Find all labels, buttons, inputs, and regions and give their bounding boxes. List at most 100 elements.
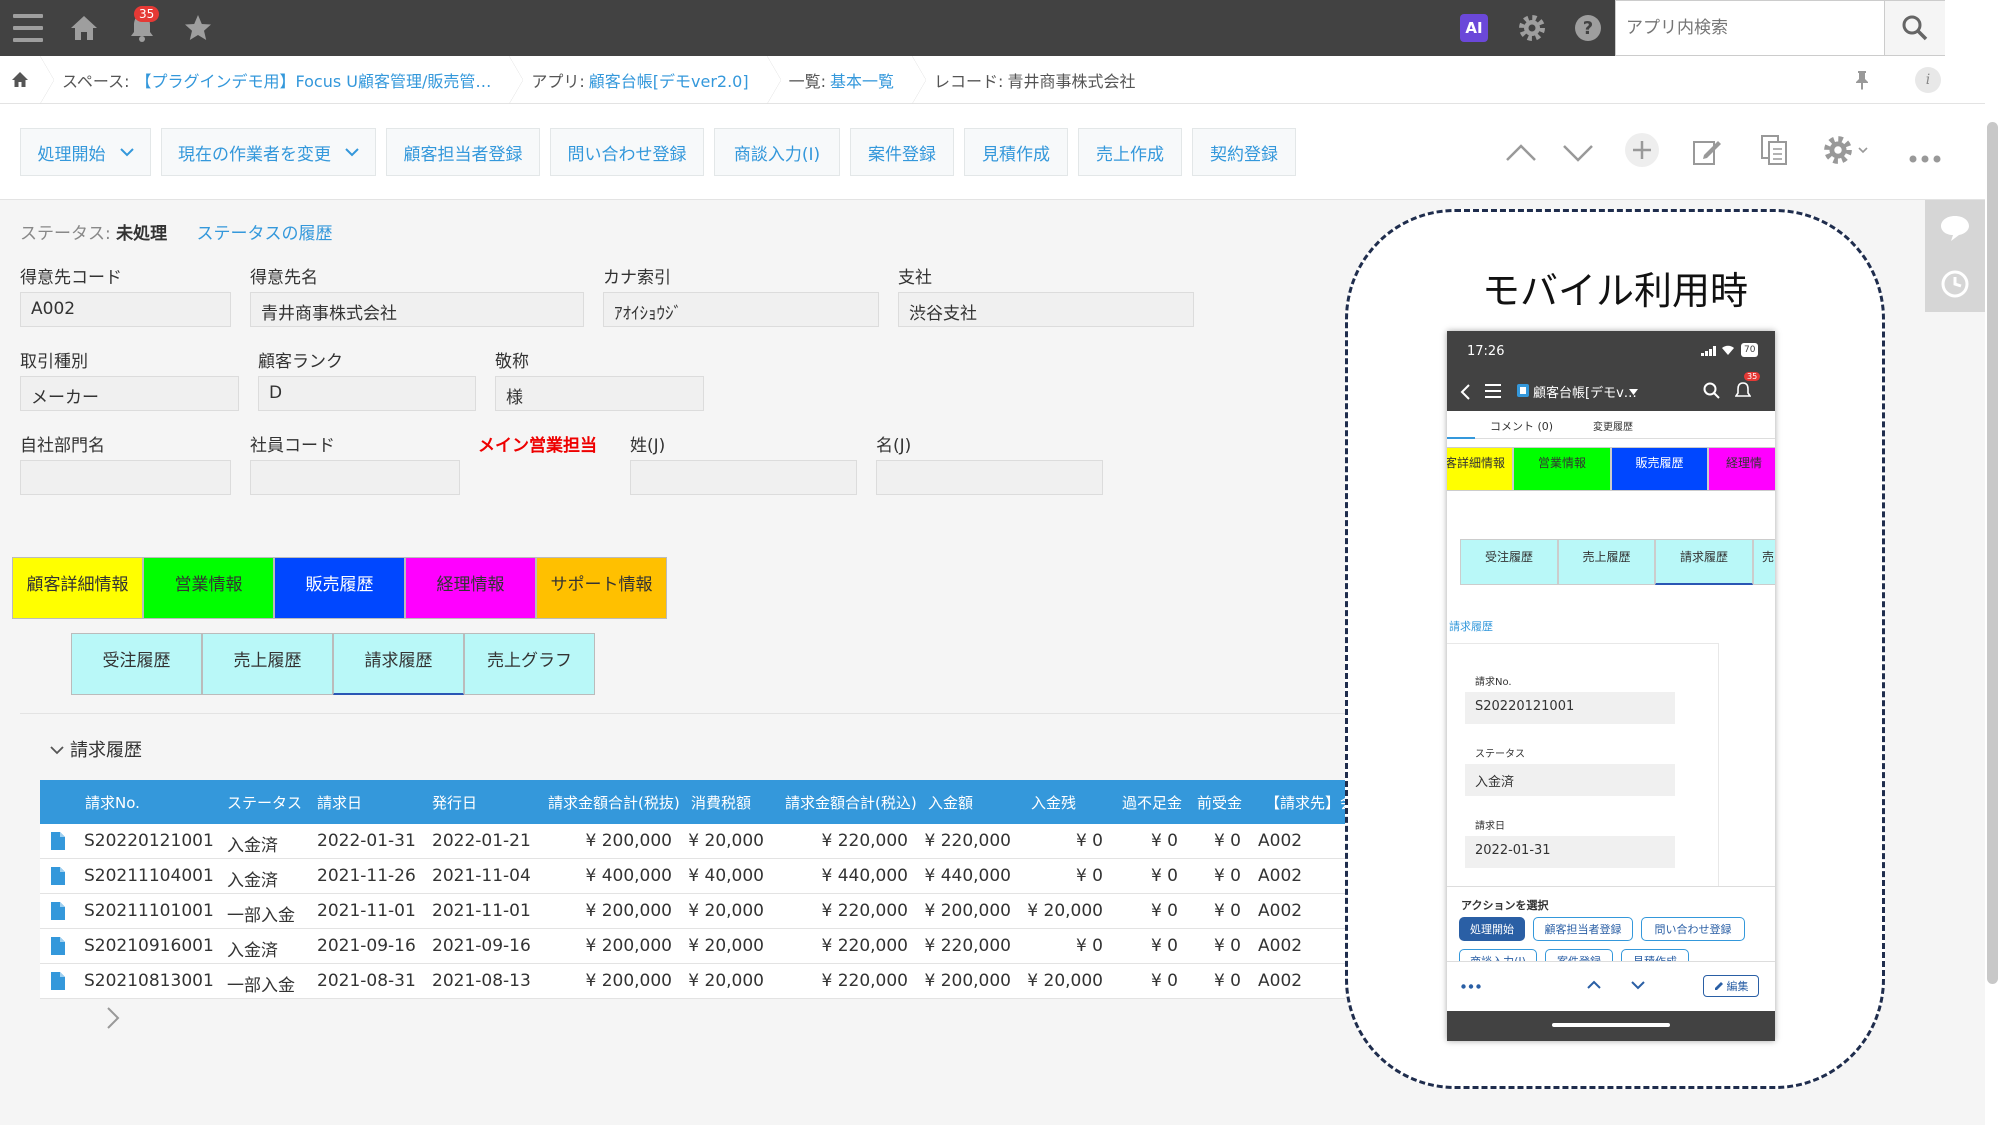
subtab-order-history[interactable]: 受注履歴: [71, 633, 202, 695]
register-project-button[interactable]: 案件登録: [850, 128, 954, 176]
phone-subtab-billing-history[interactable]: 請求履歴: [1655, 539, 1753, 585]
breadcrumb-app[interactable]: アプリ: 顧客台帳[デモver2.0]: [509, 55, 766, 104]
phone-status-value: 入金済: [1465, 764, 1675, 796]
customer-name-label: 得意先名: [250, 268, 318, 288]
app-search-input[interactable]: [1626, 18, 1866, 38]
scrollbar-thumb[interactable]: [1987, 122, 1998, 984]
col-overshort[interactable]: 過不足金: [1122, 792, 1182, 813]
tab-sales-history[interactable]: 販売履歴: [274, 557, 405, 619]
cell-status: 入金済: [227, 871, 278, 891]
history-icon[interactable]: [1939, 268, 1971, 304]
gear-icon[interactable]: [1514, 0, 1550, 56]
info-icon[interactable]: i: [1915, 67, 1941, 93]
phone-record-tabs: コメント (0) 変更履歴: [1447, 411, 1775, 439]
subtab-billing-history[interactable]: 請求履歴: [333, 633, 464, 695]
section-header[interactable]: 請求履歴: [50, 736, 142, 762]
col-paid[interactable]: 入金額: [928, 792, 973, 813]
add-record-icon[interactable]: [1624, 132, 1660, 172]
subtab-sales-graph[interactable]: 売上グラフ: [464, 633, 595, 695]
register-contact-button[interactable]: 顧客担当者登録: [386, 128, 540, 176]
register-inquiry-button[interactable]: 問い合わせ登録: [550, 128, 704, 176]
col-advance[interactable]: 前受金: [1197, 792, 1242, 813]
phone-register-project-button[interactable]: 案件登録: [1545, 949, 1613, 961]
create-sale-button[interactable]: 売上作成: [1078, 128, 1182, 176]
change-assignee-button[interactable]: 現在の作業者を変更: [161, 128, 376, 176]
phone-edit-button[interactable]: 編集: [1703, 975, 1759, 997]
tab-sales-info[interactable]: 営業情報: [143, 557, 274, 619]
create-estimate-button[interactable]: 見積作成: [964, 128, 1068, 176]
record-settings-icon[interactable]: [1822, 134, 1868, 166]
col-status[interactable]: ステータス: [227, 792, 302, 813]
record-detail-icon[interactable]: [51, 902, 65, 920]
phone-register-inquiry-button[interactable]: 問い合わせ登録: [1641, 917, 1745, 941]
negotiation-input-button[interactable]: 商談入力(I): [714, 128, 840, 176]
col-tax[interactable]: 消費税額: [691, 792, 751, 813]
phone-create-estimate-button[interactable]: 見積作成: [1621, 949, 1689, 961]
record-detail-icon[interactable]: [51, 867, 65, 885]
previous-record-icon[interactable]: [1587, 980, 1601, 989]
col-issue-date[interactable]: 発行日: [432, 792, 477, 813]
phone-negotiation-button[interactable]: 商談入力(I): [1459, 949, 1537, 961]
breadcrumb-space[interactable]: スペース: 【プラグインデモ用】Focus U顧客管理/販売管…: [40, 55, 509, 104]
tab-accounting-info[interactable]: 経理情報: [405, 557, 536, 619]
search-button[interactable]: [1885, 0, 1945, 56]
record-detail-icon[interactable]: [51, 937, 65, 955]
phone-tab-sales-history[interactable]: 販売履歴: [1611, 447, 1708, 491]
more-options-icon[interactable]: [1909, 148, 1941, 167]
cell-issue-date: 2021-11-01: [432, 901, 531, 921]
breadcrumb-home-icon[interactable]: [0, 56, 40, 104]
back-icon[interactable]: [1459, 383, 1471, 401]
phone-subtab-order-history[interactable]: 受注履歴: [1460, 539, 1558, 585]
phone-invoice-no-label: 請求No.: [1475, 677, 1512, 688]
tab-support-info[interactable]: サポート情報: [536, 557, 667, 619]
phone-section-link[interactable]: 請求履歴: [1449, 618, 1493, 634]
tab-customer-detail[interactable]: 顧客詳細情報: [12, 557, 143, 619]
col-invoice-no[interactable]: 請求No.: [85, 792, 140, 813]
comment-icon[interactable]: [1939, 214, 1971, 246]
chevron-down-icon: [119, 142, 134, 162]
customer-code-value: A002: [20, 292, 231, 327]
star-icon[interactable]: [178, 0, 218, 56]
register-contract-button[interactable]: 契約登録: [1192, 128, 1296, 176]
menu-icon[interactable]: [8, 0, 48, 56]
col-total-ex-tax[interactable]: 請求金額合計(税抜): [548, 792, 680, 813]
edit-icon[interactable]: [1692, 136, 1722, 170]
col-billing-company[interactable]: 【請求先】会: [1265, 792, 1355, 813]
phone-subtab-sales-graph[interactable]: 売: [1753, 539, 1775, 585]
next-page-icon[interactable]: [106, 1006, 120, 1034]
col-invoice-date[interactable]: 請求日: [317, 792, 362, 813]
help-icon[interactable]: ?: [1570, 0, 1606, 56]
bell-icon[interactable]: [1735, 382, 1751, 400]
home-icon[interactable]: [64, 0, 104, 56]
record-detail-icon[interactable]: [51, 972, 65, 990]
start-process-button[interactable]: 処理開始: [20, 128, 151, 176]
next-record-icon[interactable]: [1562, 144, 1594, 168]
phone-tab-sales-info[interactable]: 営業情報: [1513, 447, 1611, 491]
breadcrumb-view[interactable]: 一覧: 基本一覧: [766, 55, 912, 104]
next-record-icon[interactable]: [1631, 981, 1645, 990]
subtab-sales-history[interactable]: 売上履歴: [202, 633, 333, 695]
phone-app-title[interactable]: 顧客台帳[デモv…: [1533, 382, 1637, 401]
app-search-field[interactable]: [1615, 0, 1885, 56]
phone-tab-accounting-info[interactable]: 経理情: [1708, 447, 1775, 491]
phone-subtab-sales-history[interactable]: 売上履歴: [1558, 539, 1655, 585]
pin-icon[interactable]: [1855, 70, 1869, 94]
phone-register-contact-button[interactable]: 顧客担当者登録: [1533, 917, 1633, 941]
phone-comment-tab[interactable]: コメント (0): [1490, 418, 1553, 434]
col-total-inc-tax[interactable]: 請求金額合計(税込): [785, 792, 917, 813]
phone-history-tab[interactable]: 変更履歴: [1593, 418, 1633, 433]
ai-button[interactable]: AI: [1460, 14, 1488, 42]
signal-icon: [1701, 346, 1716, 356]
duplicate-icon[interactable]: [1760, 134, 1788, 170]
phone-tab-customer-detail[interactable]: 客詳細情報: [1447, 447, 1513, 491]
phone-start-process-button[interactable]: 処理開始: [1459, 917, 1525, 941]
chevron-down-icon[interactable]: [1629, 389, 1638, 395]
search-icon[interactable]: [1703, 382, 1721, 400]
cell-total-inc-tax: ¥ 220,000: [821, 971, 908, 991]
record-detail-icon[interactable]: [51, 832, 65, 850]
previous-record-icon[interactable]: [1505, 142, 1537, 166]
status-history-link[interactable]: ステータスの履歴: [197, 224, 333, 244]
menu-icon[interactable]: [1485, 384, 1501, 398]
more-options-icon[interactable]: [1461, 984, 1481, 989]
col-balance[interactable]: 入金残: [1031, 792, 1076, 813]
